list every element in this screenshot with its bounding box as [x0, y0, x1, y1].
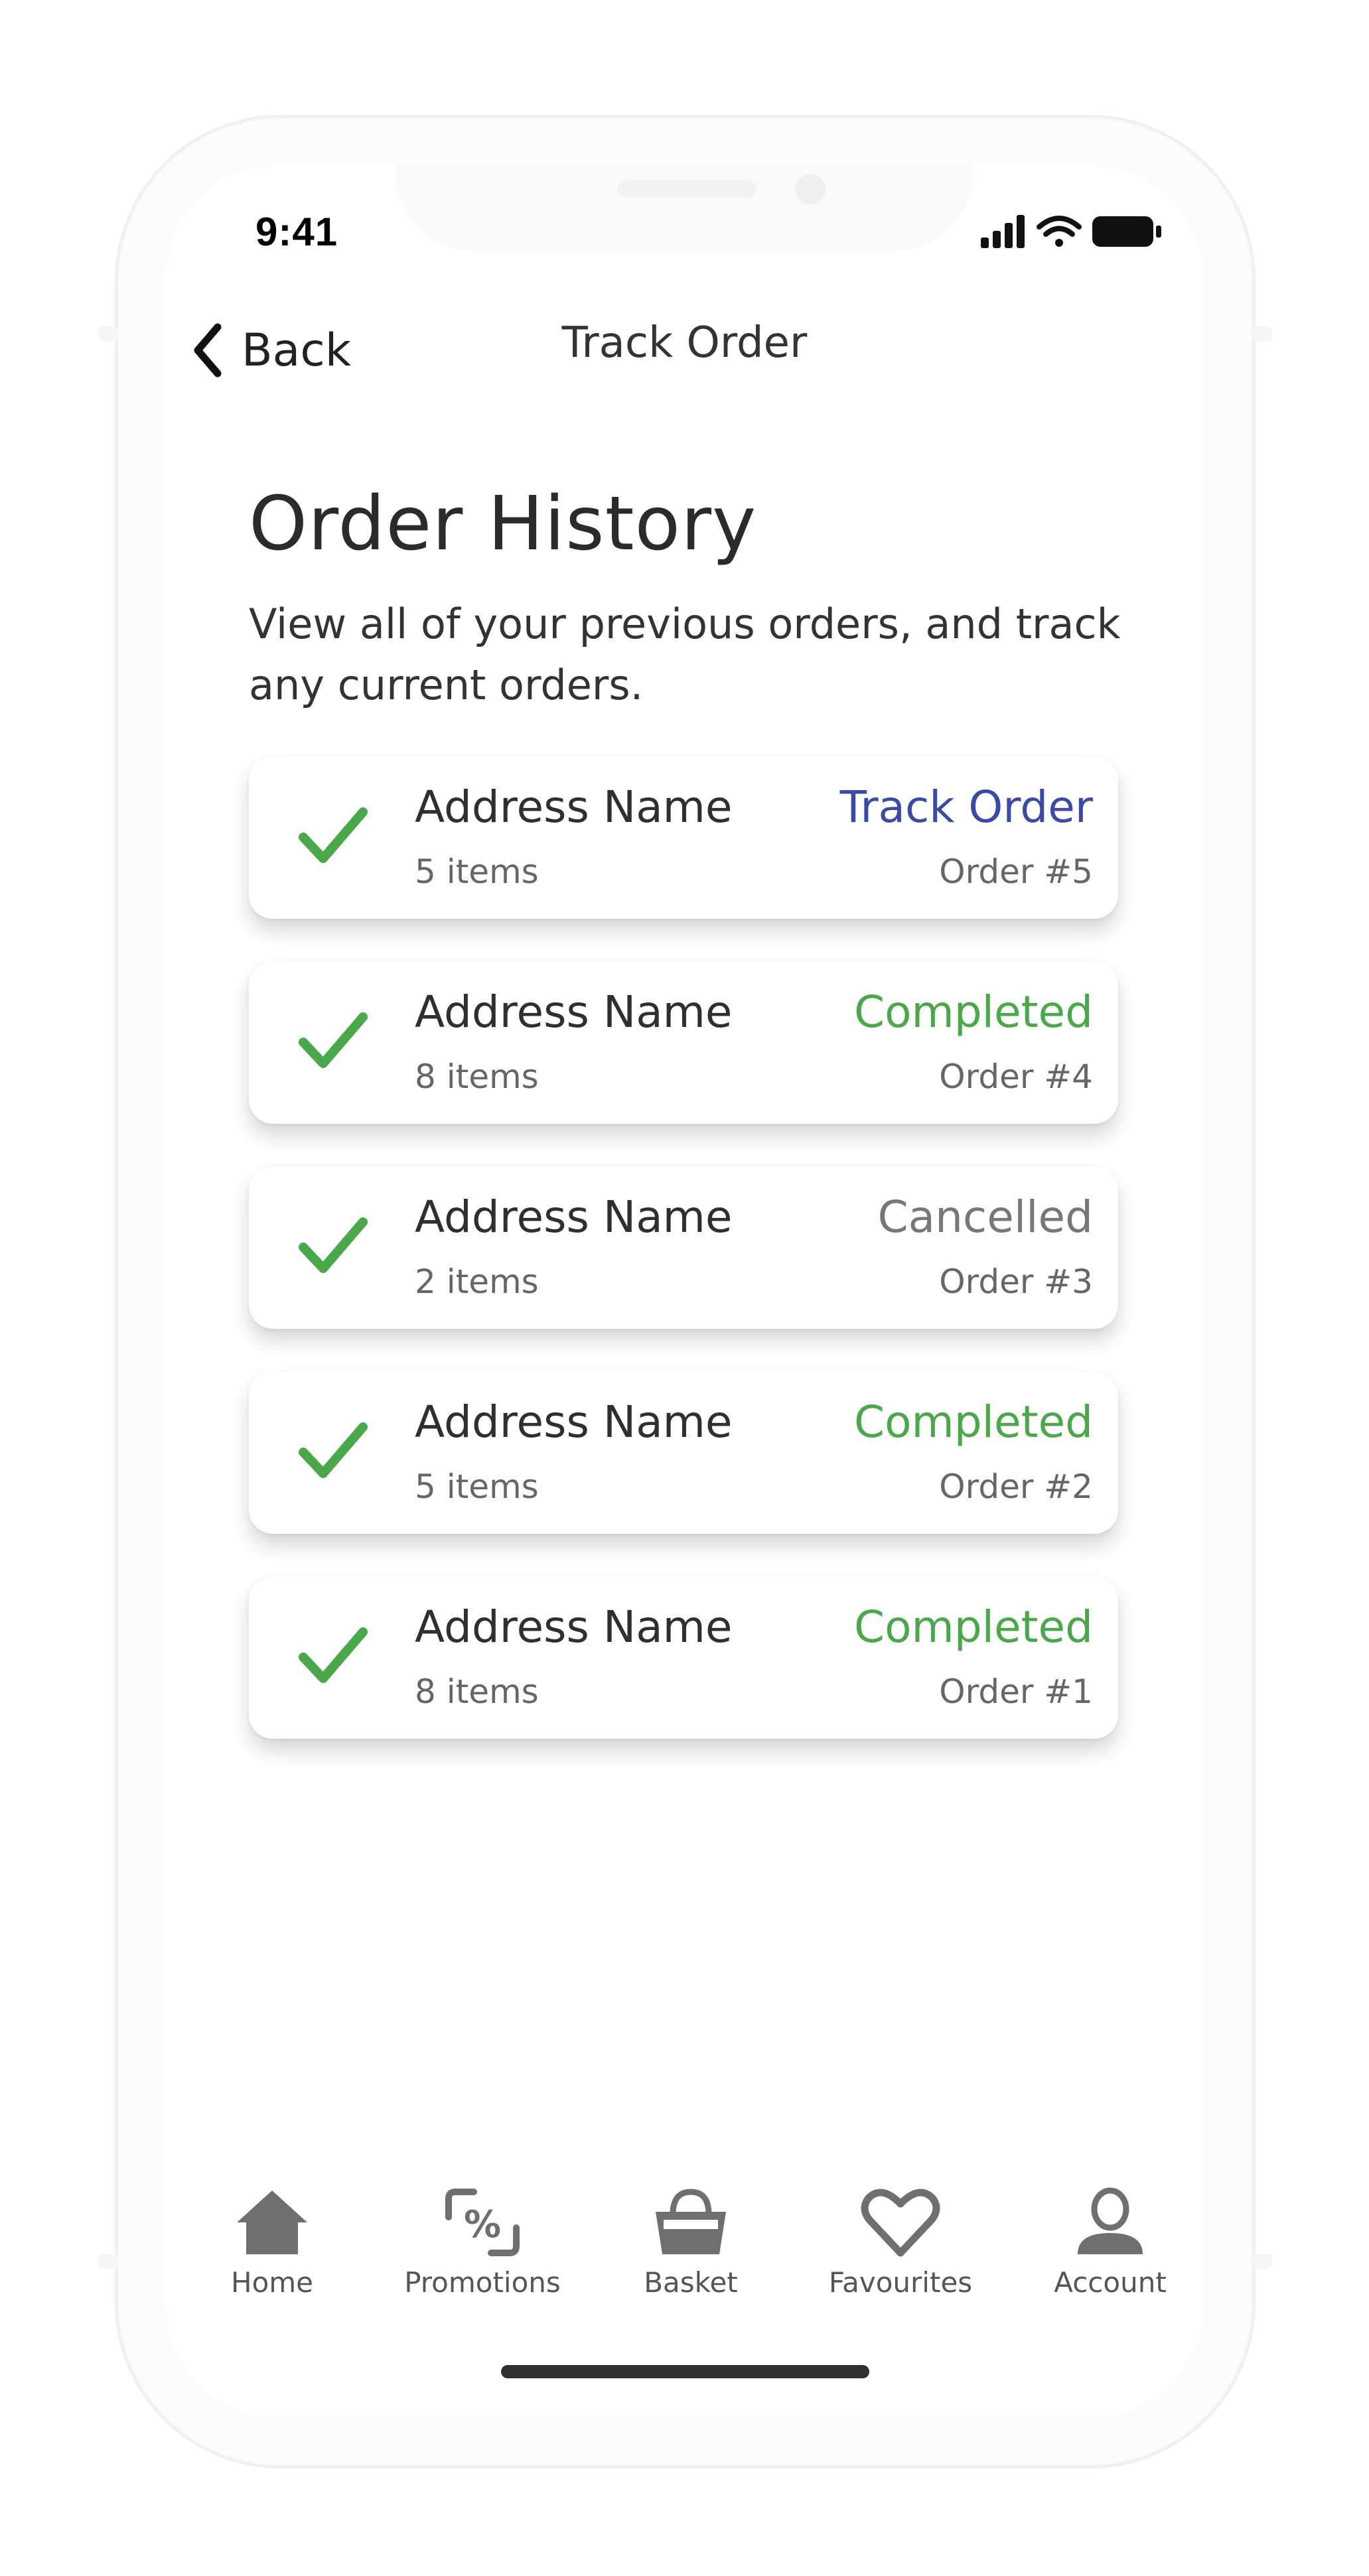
order-item-count: 2 items [415, 1262, 539, 1301]
tab-bar: Home % Promotions Basket Favourites Acco… [0, 2183, 1369, 2335]
heart-icon [861, 2189, 940, 2257]
speaker [617, 180, 757, 198]
tab-label: Home [230, 2266, 314, 2299]
order-number: Order #2 [939, 1467, 1093, 1506]
device-side-button [98, 326, 118, 341]
order-item-count: 8 items [415, 1057, 539, 1096]
order-address: Address Name [415, 781, 733, 833]
svg-text:%: % [464, 2203, 501, 2246]
tab-label: Basket [644, 2266, 738, 2299]
order-number: Order #3 [939, 1262, 1093, 1301]
order-number: Order #4 [939, 1057, 1093, 1096]
home-indicator [501, 2365, 869, 2378]
check-icon [299, 807, 368, 863]
order-status: Cancelled [877, 1191, 1093, 1243]
order-number: Order #1 [939, 1672, 1093, 1711]
account-icon [1078, 2187, 1143, 2254]
order-status[interactable]: Track Order [840, 781, 1093, 833]
order-address: Address Name [415, 1601, 733, 1653]
order-item-count: 8 items [415, 1672, 539, 1711]
order-status: Completed [854, 986, 1093, 1038]
home-icon [237, 2191, 307, 2254]
order-item-count: 5 items [415, 1467, 539, 1506]
order-card[interactable]: Address Name 8 items Completed Order #1 [249, 1576, 1118, 1739]
chevron-left-icon [194, 323, 222, 377]
promotions-icon: % [445, 2189, 520, 2256]
check-icon [299, 1012, 368, 1068]
back-label: Back [242, 324, 352, 377]
battery-icon [1092, 216, 1161, 247]
tab-label: Account [1054, 2266, 1167, 2299]
order-status: Completed [854, 1396, 1093, 1448]
status-icons [981, 215, 1161, 248]
order-card[interactable]: Address Name 2 items Cancelled Order #3 [249, 1166, 1118, 1329]
order-card[interactable]: Address Name 5 items Completed Order #2 [249, 1371, 1118, 1534]
page-description: View all of your previous orders, and tr… [249, 600, 1121, 709]
tab-favourites[interactable]: Favourites [801, 2183, 1000, 2335]
tab-promotions[interactable]: % Promotions [383, 2183, 582, 2335]
order-item-count: 5 items [415, 852, 539, 891]
back-button[interactable]: Back [188, 317, 351, 383]
order-address: Address Name [415, 1191, 733, 1243]
order-address: Address Name [415, 986, 733, 1038]
notch [396, 165, 973, 251]
order-address: Address Name [415, 1396, 733, 1448]
tab-home[interactable]: Home [173, 2183, 372, 2335]
camera [795, 174, 826, 204]
check-icon [299, 1422, 368, 1478]
check-icon [299, 1217, 368, 1273]
tab-label: Favourites [828, 2266, 973, 2299]
order-card[interactable]: Address Name 8 items Completed Order #4 [249, 961, 1118, 1124]
page-title: Order History [249, 481, 757, 567]
order-card[interactable]: Address Name 5 items Track Order Order #5 [249, 756, 1118, 919]
tab-account[interactable]: Account [1011, 2183, 1210, 2335]
basket-icon [656, 2189, 726, 2254]
tab-basket[interactable]: Basket [591, 2183, 790, 2335]
order-status: Completed [854, 1601, 1093, 1653]
status-time: 9:41 [255, 210, 338, 254]
device-side-button [1252, 326, 1272, 341]
wifi-icon [1037, 216, 1082, 247]
cellular-signal-icon [981, 215, 1025, 248]
check-icon [299, 1627, 368, 1683]
tab-label: Promotions [404, 2266, 561, 2299]
order-number: Order #5 [939, 852, 1093, 891]
